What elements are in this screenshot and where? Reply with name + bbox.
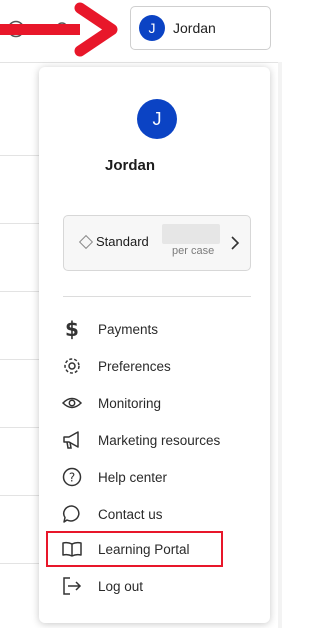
eye-icon: [61, 392, 83, 414]
menu-item-help-center[interactable]: ? Help center: [55, 461, 250, 493]
table-row-divider: [0, 427, 40, 428]
profile-avatar: J: [137, 99, 177, 139]
menu-item-label: Payments: [98, 321, 159, 337]
menu-item-label: Preferences: [98, 358, 171, 374]
table-row-divider: [0, 223, 40, 224]
diamond-icon: [78, 234, 94, 250]
svg-text:?: ?: [69, 471, 75, 485]
menu-item-preferences[interactable]: Preferences: [55, 350, 250, 382]
megaphone-icon: [61, 429, 83, 451]
logout-icon: [61, 575, 83, 597]
annotation-arrow: [0, 2, 124, 58]
table-row-divider: [0, 291, 40, 292]
menu-item-label: Help center: [98, 469, 168, 485]
question-circle-icon: ?: [61, 466, 83, 488]
menu-item-contact-us[interactable]: Contact us: [55, 498, 250, 530]
menu-item-label: Monitoring: [98, 395, 162, 411]
user-menu-button[interactable]: J Jordan: [130, 6, 271, 50]
plan-price-unit: per case: [172, 245, 215, 257]
plan-card[interactable]: Standard per case: [63, 215, 251, 271]
table-row-divider: [0, 563, 40, 564]
menu-item-monitoring[interactable]: Monitoring: [55, 387, 250, 419]
menu-divider: [63, 296, 251, 297]
menu-item-label: Marketing resources: [98, 432, 221, 448]
menu-item-log-out[interactable]: Log out: [55, 570, 250, 602]
svg-text:$: $: [65, 318, 79, 340]
menu-item-marketing-resources[interactable]: Marketing resources: [55, 424, 250, 456]
profile-name: Jordan: [105, 157, 156, 174]
table-row-divider: [0, 359, 40, 360]
dollar-icon: $: [61, 318, 83, 340]
menu-item-payments[interactable]: $ Payments: [55, 313, 250, 345]
menu-item-label: Log out: [98, 578, 144, 594]
chevron-right-icon: [230, 236, 240, 250]
menu-item-label: Contact us: [98, 506, 163, 522]
user-name: Jordan: [173, 20, 216, 36]
chat-bubble-icon: [61, 503, 83, 525]
scrollbar[interactable]: [278, 62, 282, 628]
plan-price-redacted: [162, 224, 220, 244]
avatar: J: [139, 15, 165, 41]
table-row-divider: [0, 155, 40, 156]
gear-icon: [61, 355, 83, 377]
plan-name: Standard: [96, 234, 149, 249]
annotation-highlight-box: [46, 531, 223, 567]
table-row-divider: [0, 495, 40, 496]
user-dropdown-menu: J Jordan Standard per case $ Payments Pr…: [39, 67, 270, 623]
